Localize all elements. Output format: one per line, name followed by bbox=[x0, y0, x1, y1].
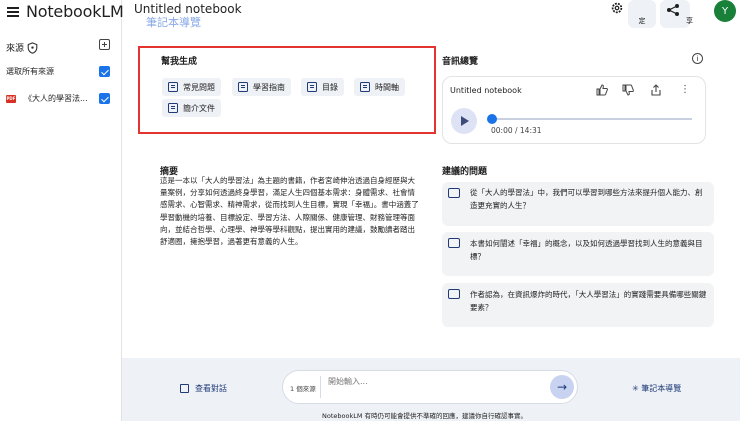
audio-time: 00:00 / 14:31 bbox=[491, 126, 542, 135]
chip-toc-label: 目錄 bbox=[322, 82, 338, 92]
chip-toc[interactable]: 目錄 bbox=[301, 78, 344, 96]
document-icon bbox=[307, 82, 317, 92]
share-label: 享 bbox=[686, 17, 693, 25]
share-icon bbox=[667, 4, 679, 16]
source-item-label: 《大人的學習法... bbox=[24, 94, 88, 103]
gear-icon[interactable] bbox=[610, 0, 624, 16]
document-icon bbox=[360, 82, 370, 92]
select-all-row[interactable]: 選取所有來源 bbox=[6, 66, 110, 77]
question-icon bbox=[448, 238, 460, 248]
chip-study-guide-label: 學習指南 bbox=[253, 82, 285, 92]
question-icon bbox=[448, 289, 460, 299]
sources-sidebar: NotebookLM 來源 選取所有來源 PDF 《大人的學習法... bbox=[0, 0, 124, 421]
audio-notebook-name: Untitled notebook bbox=[450, 86, 522, 95]
chat-input[interactable] bbox=[328, 374, 538, 388]
view-chat-label: 查看對話 bbox=[195, 384, 227, 393]
disclaimer: NotebookLM 有時仍可能會提供不準確的回應，建議你自行確認事實。 bbox=[322, 412, 528, 420]
sources-label: 來源 bbox=[6, 44, 25, 54]
app-name: NotebookLM bbox=[26, 2, 124, 21]
chat-icon bbox=[180, 384, 189, 393]
select-all-checkbox[interactable] bbox=[99, 66, 110, 77]
document-icon bbox=[168, 103, 178, 113]
chip-briefing-doc-label: 簡介文件 bbox=[183, 103, 215, 113]
audio-overview-title: 音訊總覽 bbox=[442, 57, 479, 67]
input-divider bbox=[320, 376, 321, 398]
sources-header: 來源 bbox=[6, 39, 110, 54]
chip-faq-label: 常見問題 bbox=[183, 82, 215, 92]
arrow-right-icon: → bbox=[556, 380, 568, 394]
question-icon bbox=[448, 188, 460, 198]
menu-icon[interactable] bbox=[6, 5, 20, 19]
suggested-questions-title: 建議的問題 bbox=[442, 167, 488, 177]
source-item[interactable]: PDF 《大人的學習法... bbox=[6, 93, 110, 104]
help-generate-title: 幫我生成 bbox=[161, 57, 198, 67]
info-icon[interactable]: i bbox=[692, 53, 703, 64]
chip-briefing-doc[interactable]: 簡介文件 bbox=[162, 99, 221, 117]
pdf-icon: PDF bbox=[6, 94, 16, 103]
source-checkbox[interactable] bbox=[99, 93, 110, 104]
more-options-icon[interactable]: ⋮ bbox=[680, 84, 692, 96]
brand: NotebookLM bbox=[6, 2, 124, 21]
notebook-guide-label: 筆記本導覽 bbox=[641, 384, 682, 393]
sparkle-icon: ✳ bbox=[632, 384, 639, 393]
share-audio-icon[interactable] bbox=[650, 84, 662, 96]
view-chat-button[interactable]: 查看對話 bbox=[180, 383, 227, 394]
shield-icon bbox=[27, 41, 38, 54]
audio-progress-track[interactable] bbox=[490, 118, 692, 120]
chip-faq[interactable]: 常見問題 bbox=[162, 78, 221, 96]
play-button[interactable] bbox=[451, 108, 477, 134]
document-icon bbox=[238, 82, 248, 92]
audio-progress-knob[interactable] bbox=[487, 114, 497, 124]
chip-study-guide[interactable]: 學習指南 bbox=[232, 78, 291, 96]
settings-label: 定 bbox=[638, 17, 646, 25]
suggested-question-text: 從「大人的學習法」中，我們可以學習到哪些方法來提升個人能力、創造更充實的人生？ bbox=[470, 188, 703, 210]
document-icon bbox=[168, 82, 178, 92]
settings-button[interactable]: 定 bbox=[628, 0, 656, 28]
select-all-label: 選取所有來源 bbox=[6, 67, 54, 76]
notebook-guide-button[interactable]: ✳ 筆記本導覽 bbox=[632, 383, 681, 394]
source-count: 1 個來源 bbox=[290, 385, 316, 393]
add-source-button[interactable] bbox=[99, 39, 110, 50]
notebooklm-app: NotebookLM 來源 選取所有來源 PDF 《大人的學習法... Unti… bbox=[0, 0, 740, 421]
avatar[interactable]: Y bbox=[714, 0, 736, 22]
suggested-question-text: 本書如何闡述「幸福」的概念，以及如何透過學習找到人生的意義與目標？ bbox=[470, 239, 703, 261]
summary-text: 這是一本以「大人的學習法」為主題的書籍，作者宮崎伸治透過自身經歷與大量案例，分享… bbox=[160, 176, 419, 247]
chip-timeline-label: 時間軸 bbox=[375, 82, 399, 92]
send-button[interactable]: → bbox=[550, 375, 574, 399]
chip-timeline[interactable]: 時間軸 bbox=[354, 78, 405, 96]
notebook-guide-heading: 筆記本導覽 bbox=[146, 16, 201, 29]
thumbs-down-icon[interactable] bbox=[622, 84, 634, 96]
suggested-question-text: 作者認為，在資訊爆炸的時代，「大人學習法」的實踐需要具備哪些關鍵要素？ bbox=[470, 290, 707, 312]
thumbs-up-icon[interactable] bbox=[596, 84, 608, 96]
